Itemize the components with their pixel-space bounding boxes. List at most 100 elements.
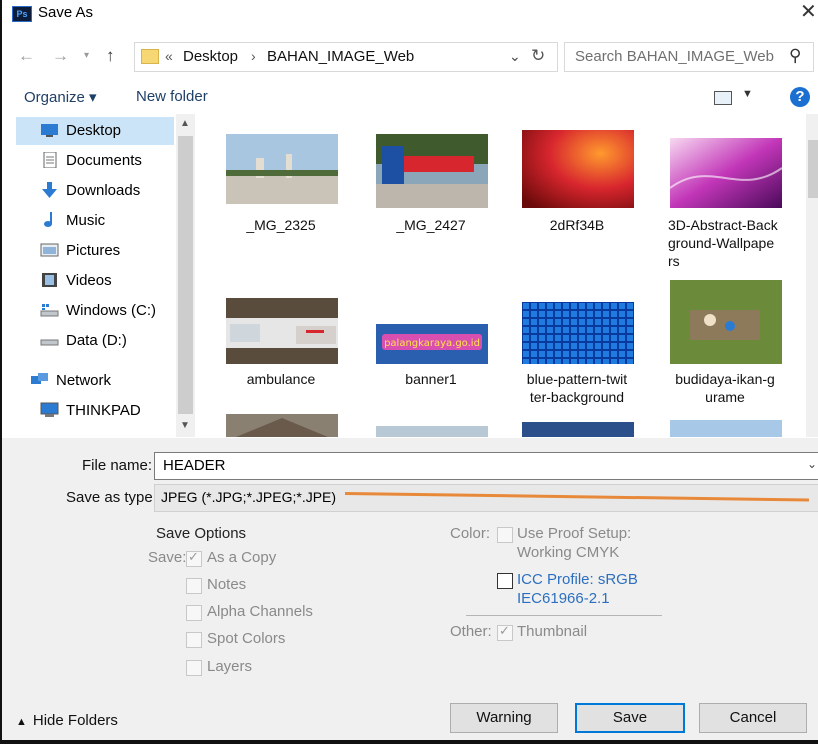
hide-folders-button[interactable]: ▲ Hide Folders (16, 712, 118, 729)
cancel-button[interactable]: Cancel (699, 703, 807, 733)
search-input[interactable]: Search BAHAN_IMAGE_Web ⚲ (564, 42, 814, 72)
use-proof-setup-checkbox[interactable] (497, 527, 513, 543)
file-name: 3D-Abstract-Back (668, 217, 778, 233)
scroll-down-chevron-icon[interactable]: ▼ (180, 420, 190, 431)
file-item[interactable]: palangkaraya.go.id banner1 (364, 294, 498, 404)
address-dropdown-chevron-icon[interactable]: ⌄ (509, 48, 521, 65)
sidebar-item-pictures[interactable]: Pictures (16, 237, 172, 265)
breadcrumb-overflow[interactable]: « (165, 48, 173, 64)
save-as-dialog: Ps Save As ✕ ← → ▾ ↑ « Desktop › BAHAN_I… (0, 0, 818, 744)
sidebar-item-label: Desktop (66, 122, 122, 139)
sidebar-item-label: Network (56, 372, 112, 389)
sidebar-scrollbar-thumb[interactable] (178, 136, 193, 414)
thumbnail-checkbox[interactable]: ✓ (497, 623, 513, 641)
layers-checkbox[interactable] (186, 660, 202, 676)
options-divider (466, 615, 662, 616)
chevron-up-icon: ▲ (16, 716, 27, 728)
close-icon[interactable]: ✕ (800, 2, 817, 22)
save-as-type-label: Save as type: (66, 489, 157, 506)
file-item[interactable]: _MG_2325 (214, 130, 348, 240)
file-item[interactable]: ambulance (214, 294, 348, 404)
sidebar-item-documents[interactable]: Documents (16, 147, 172, 175)
file-name: banner1 (405, 371, 457, 387)
command-toolbar: Organize ▾ New folder ▼ ? (2, 84, 818, 112)
view-options-chevron-icon[interactable]: ▼ (742, 88, 753, 100)
breadcrumb-current-folder[interactable]: BAHAN_IMAGE_Web (267, 48, 414, 65)
save-button[interactable]: Save (575, 703, 685, 733)
checkmark-icon: ✓ (188, 549, 199, 564)
photo-thumbnail (522, 302, 634, 364)
up-arrow-icon[interactable]: ↑ (106, 46, 115, 66)
new-folder-button[interactable]: New folder (136, 88, 208, 105)
sidebar-item-label: Documents (66, 152, 142, 169)
sidebar-item-videos[interactable]: Videos (16, 267, 172, 295)
videos-icon (42, 273, 57, 287)
warning-button[interactable]: Warning (450, 703, 558, 733)
file-name-line-2: ter-background (529, 389, 625, 405)
file-item[interactable]: blue-pattern-twit ter-background (510, 294, 644, 414)
drive-c-icon (40, 304, 59, 317)
file-name-dropdown-chevron-icon[interactable]: ⌄ (807, 457, 817, 471)
notes-label: Notes (207, 576, 247, 593)
breadcrumb-desktop[interactable]: Desktop (183, 48, 238, 65)
notes-checkbox[interactable] (186, 578, 202, 594)
checkmark-icon: ✓ (499, 623, 510, 638)
navigation-pane: Desktop Documents Downloads Music Pictur… (2, 114, 195, 437)
file-list-scrollbar-thumb[interactable] (808, 140, 818, 198)
alpha-channels-checkbox[interactable] (186, 605, 202, 621)
help-icon[interactable]: ? (790, 87, 810, 107)
photoshop-app-icon: Ps (12, 6, 32, 22)
computer-icon (40, 402, 59, 417)
sidebar-item-label: Windows (C:) (66, 302, 157, 319)
sidebar-item-thinkpad[interactable]: THINKPAD (16, 397, 172, 425)
organize-button[interactable]: Organize ▾ (24, 88, 97, 106)
forward-arrow-icon[interactable]: → (52, 46, 69, 66)
folder-icon (141, 49, 159, 64)
spot-colors-checkbox[interactable] (186, 632, 202, 648)
address-row: ← → ▾ ↑ « Desktop › BAHAN_IMAGE_Web ⌄ ↻ … (2, 36, 818, 76)
scroll-up-chevron-icon[interactable]: ▲ (180, 118, 190, 129)
save-label: Save: (148, 549, 187, 566)
photo-thumbnail-partial (226, 414, 338, 437)
use-proof-setup-label: Use Proof Setup: (517, 525, 632, 542)
file-name: 2dRf34B (549, 217, 605, 233)
working-cmyk-label: Working CMYK (517, 544, 620, 561)
sidebar-item-music[interactable]: Music (16, 207, 172, 235)
file-name: blue-pattern-twit (526, 371, 628, 387)
sidebar-item-label: Music (66, 212, 106, 229)
alpha-channels-label: Alpha Channels (207, 603, 313, 620)
as-a-copy-checkbox[interactable]: ✓ (186, 549, 202, 567)
address-bar[interactable]: « Desktop › BAHAN_IMAGE_Web ⌄ ↻ (134, 42, 558, 72)
file-list: _MG_2325 _MG_2427 2dRf34B 3D-Abstract-Ba… (196, 114, 806, 437)
as-a-copy-label: As a Copy (207, 549, 277, 566)
photo-thumbnail (376, 134, 488, 208)
sidebar-item-data-d[interactable]: Data (D:) (16, 327, 172, 355)
sidebar-item-network[interactable]: Network (6, 367, 162, 395)
save-as-type-value: JPEG (*.JPG;*.JPEG;*.JPE) (161, 489, 337, 505)
sidebar-item-label: Videos (66, 272, 112, 289)
file-item[interactable]: 2dRf34B (510, 130, 644, 240)
change-view-icon[interactable] (714, 91, 732, 105)
file-name: _MG_2325 (246, 217, 316, 233)
downloads-icon (42, 182, 57, 198)
sidebar-item-desktop[interactable]: Desktop (16, 117, 174, 145)
thumbnail-label: Thumbnail (517, 623, 588, 640)
back-arrow-icon[interactable]: ← (18, 46, 35, 66)
recent-locations-chevron-icon[interactable]: ▾ (84, 50, 89, 61)
file-name-field[interactable]: HEADER ⌄ (154, 452, 818, 480)
file-item[interactable]: 3D-Abstract-Back ground-Wallpape rs (658, 130, 792, 270)
window-border-bottom (0, 740, 818, 744)
sidebar-item-windows-c[interactable]: Windows (C:) (16, 297, 172, 325)
drive-d-icon (40, 339, 59, 346)
banner-thumbnail-text: palangkaraya.go.id (384, 338, 480, 349)
icc-profile-checkbox[interactable] (497, 573, 513, 589)
file-name-value: HEADER (163, 457, 226, 474)
refresh-icon[interactable]: ↻ (531, 46, 545, 66)
search-icon[interactable]: ⚲ (789, 46, 801, 66)
file-item[interactable]: _MG_2427 (364, 130, 498, 240)
file-item[interactable]: budidaya-ikan-g urame (658, 278, 792, 414)
breadcrumb-separator: › (251, 48, 256, 64)
pictures-icon (40, 243, 59, 257)
sidebar-item-downloads[interactable]: Downloads (16, 177, 172, 205)
file-name-line-2: ground-Wallpape (668, 235, 775, 251)
